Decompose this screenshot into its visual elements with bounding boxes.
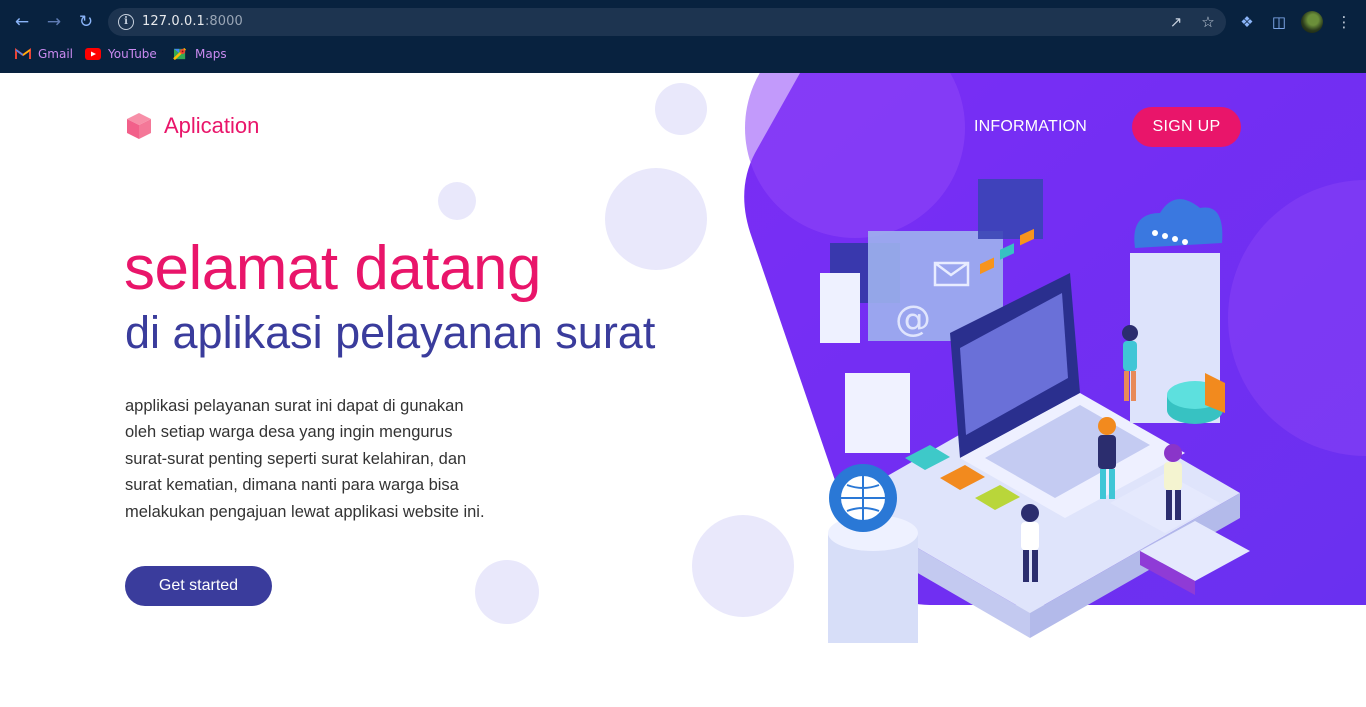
menu-dots-icon[interactable]: ⋮ [1334, 12, 1354, 32]
browser-chrome: ← → ↻ i 127.0.0.1:8000 ↗ ☆ ❖ ◫ ⋮ Gmail Y… [0, 0, 1366, 73]
side-panel-icon[interactable]: ◫ [1269, 12, 1289, 32]
bookmark-youtube-label: YouTube [108, 47, 157, 61]
bookmark-gmail-label: Gmail [38, 47, 74, 61]
hero-description: applikasi pelayanan surat ini dapat di g… [125, 397, 485, 521]
youtube-icon [85, 48, 101, 60]
bookmarks-bar: Gmail YouTube Maps [0, 44, 1366, 64]
svg-text:@: @ [895, 299, 931, 340]
logo-text: Aplication [164, 113, 260, 138]
gmail-icon [15, 48, 31, 59]
profile-avatar[interactable] [1301, 11, 1323, 33]
bookmark-maps[interactable]: Maps [172, 44, 227, 64]
get-started-button[interactable]: Get started [125, 566, 272, 606]
nav-information-link[interactable]: INFORMATION [974, 118, 1087, 136]
bookmark-star-icon[interactable]: ☆ [1198, 12, 1218, 32]
back-arrow-icon[interactable]: ← [11, 11, 33, 33]
decorative-bubble [475, 560, 539, 624]
bookmark-maps-label: Maps [195, 47, 227, 61]
url-host: 127.0.0.1 [142, 14, 205, 29]
cube-logo-icon [127, 113, 151, 139]
decorative-bubble [438, 182, 476, 220]
decorative-bubble [655, 83, 707, 135]
isometric-office-illustration: @ [820, 179, 1250, 643]
bookmark-youtube[interactable]: YouTube [85, 44, 157, 64]
browser-toolbar: ← → ↻ i 127.0.0.1:8000 ↗ ☆ ❖ ◫ ⋮ [0, 8, 1366, 36]
reload-icon[interactable]: ↻ [75, 11, 97, 33]
landing-page: Aplication INFORMATION SIGN UP selamat d… [0, 73, 1366, 707]
hero-title: selamat datang [124, 234, 541, 303]
decorative-bubble [692, 515, 794, 617]
address-bar[interactable]: i 127.0.0.1:8000 ↗ ☆ [108, 8, 1226, 36]
maps-icon [173, 48, 187, 60]
address-url[interactable]: 127.0.0.1:8000 [142, 14, 243, 29]
forward-arrow-icon[interactable]: → [43, 11, 65, 33]
site-info-icon[interactable]: i [118, 14, 134, 30]
bookmark-gmail[interactable]: Gmail [15, 44, 73, 64]
signup-button[interactable]: SIGN UP [1132, 107, 1241, 147]
share-icon[interactable]: ↗ [1166, 12, 1186, 32]
hero-subtitle: di aplikasi pelayanan surat [125, 307, 656, 358]
extensions-puzzle-icon[interactable]: ❖ [1237, 12, 1257, 32]
app-logo[interactable]: Aplication [124, 111, 259, 141]
decorative-bubble [605, 168, 707, 270]
url-port: :8000 [204, 14, 243, 29]
